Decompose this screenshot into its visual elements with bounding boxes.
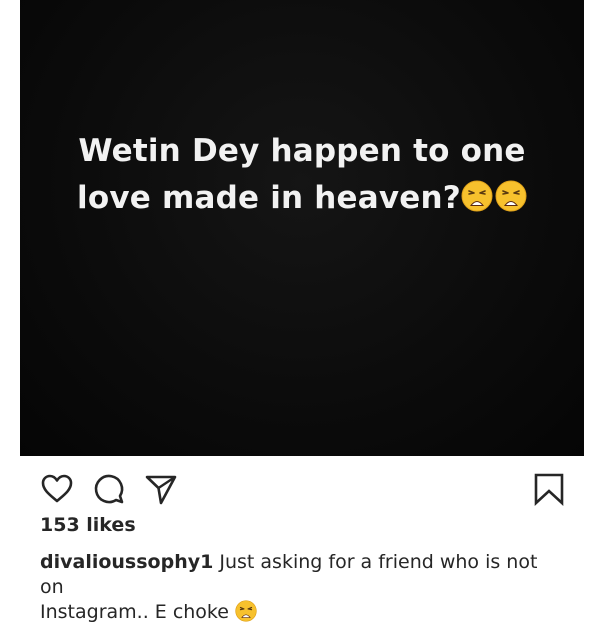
caption-text-line-2: Instagram.. E choke [40,601,229,623]
post-image[interactable]: Wetin Dey happen to one love made in hea… [20,0,584,456]
image-text-line-1: Wetin Dey happen to one [78,133,526,169]
weary-face-emoji-icon [235,600,257,622]
weary-face-emoji-icon [495,180,527,212]
post-caption: divalioussophy1 Just asking for a friend… [40,550,560,625]
weary-face-emoji-icon [461,180,493,212]
post-image-text: Wetin Dey happen to one love made in hea… [20,128,584,222]
caption-username[interactable]: divalioussophy1 [40,551,213,573]
bookmark-outline-icon[interactable] [532,472,566,506]
image-text-line-2: love made in heaven? [77,180,461,216]
likes-count[interactable]: 153 likes [40,514,136,536]
paper-plane-icon[interactable] [144,472,178,506]
heart-outline-icon[interactable] [40,472,74,506]
post-actions-bar [40,468,570,508]
comment-bubble-icon[interactable] [92,472,126,506]
